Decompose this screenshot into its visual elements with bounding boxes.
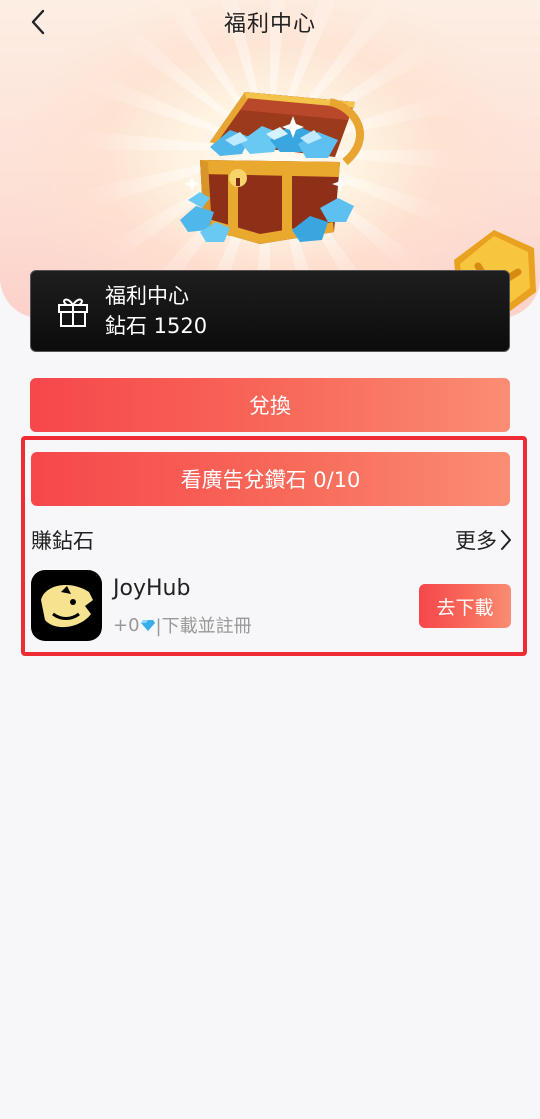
diamond-icon	[140, 620, 155, 631]
card-title: 福利中心	[105, 284, 189, 308]
treasure-chest-icon	[180, 92, 365, 244]
more-label: 更多	[455, 529, 497, 553]
welfare-center-page: 福利中心 福利中心 鉆石 1520 兌換 看廣告兌鑽石 0/10 賺鉆石 更多 …	[0, 0, 540, 1119]
page-title: 福利中心	[223, 12, 316, 37]
exchange-button[interactable]: 兌換	[30, 378, 510, 432]
more-link[interactable]: 更多	[455, 525, 513, 555]
download-button[interactable]: 去下載	[419, 584, 511, 628]
reward-task: |下載並註冊	[155, 616, 252, 637]
chevron-left-icon	[31, 9, 45, 35]
welfare-info-card: 福利中心 鉆石 1520	[30, 270, 510, 352]
diamond-balance: 鉆石 1520	[105, 314, 208, 338]
chevron-right-icon	[501, 530, 511, 550]
earn-diamonds-header: 賺鉆石 更多	[31, 522, 513, 558]
gift-icon	[58, 298, 88, 327]
watch-ad-button[interactable]: 看廣告兌鑽石 0/10	[31, 452, 510, 506]
top-bar: 福利中心	[0, 0, 540, 44]
back-button[interactable]	[22, 6, 54, 38]
app-name: JoyHub	[113, 576, 191, 601]
section-title: 賺鉆石	[31, 529, 94, 553]
joyhub-app-icon	[31, 570, 102, 641]
app-reward-description: +0 |下載並註冊	[113, 612, 252, 638]
list-item: JoyHub +0 |下載並註冊 去下載	[31, 570, 511, 642]
reward-amount: +0	[113, 614, 140, 636]
